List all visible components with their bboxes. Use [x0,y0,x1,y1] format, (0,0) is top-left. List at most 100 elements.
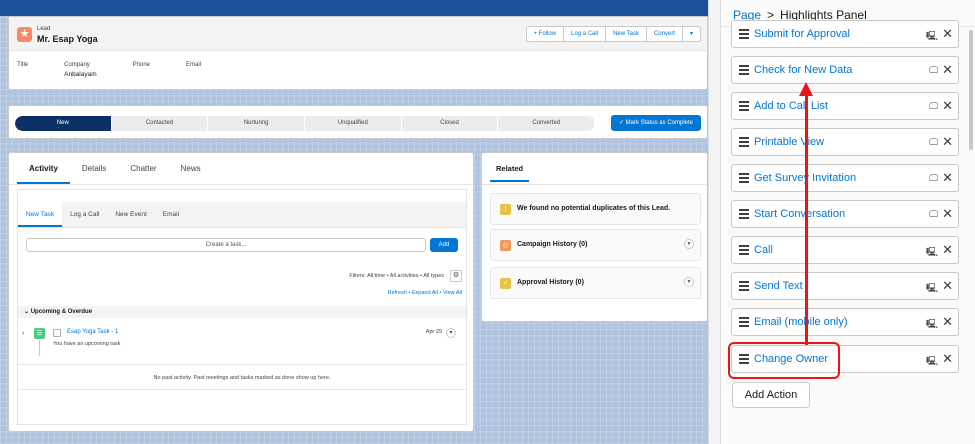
drag-handle-icon[interactable] [739,317,749,327]
action-item[interactable]: Check for New Data 🖵 ✕ [731,56,959,84]
drag-handle-icon[interactable] [739,173,749,183]
mark-status-complete-button[interactable]: ✓ Mark Status as Complete [610,115,701,131]
tab-details[interactable]: Details [70,153,118,184]
action-item[interactable]: Submit for Approval 🖳 ✕ [731,20,959,48]
record-tabs: Activity Details Chatter News [9,153,473,185]
chevron-down-icon[interactable]: ▼ [684,239,694,249]
path-step-new[interactable]: New [15,116,112,131]
annotation-arrow-shaft [805,95,808,345]
action-label: Printable View [754,136,825,148]
field-label: Title [17,62,29,68]
approval-history-title[interactable]: Approval History (0) [517,279,584,286]
subtab-new-task[interactable]: New Task [18,202,63,227]
path-step-closed[interactable]: Closed [402,116,499,131]
action-item[interactable]: Start Conversation 🖵 ✕ [731,200,959,228]
highlights-panel-card[interactable]: ★ Lead Mr. Esap Yoga + Follow Log a Call… [8,16,708,90]
convert-button[interactable]: Convert [647,27,683,41]
approval-icon: ✓ [500,278,511,289]
close-icon[interactable]: ✕ [942,98,953,114]
task-title-link[interactable]: Esap Yoga Task - 1 [67,329,118,335]
action-label: Check for New Data [754,64,853,76]
drag-handle-icon[interactable] [739,209,749,219]
status-path: New Contacted Nurturing Unqualified Clos… [15,116,595,131]
activity-composer: New Task Log a Call New Event Email Crea… [17,189,467,425]
action-item[interactable]: Printable View 🖵 ✕ [731,128,959,156]
add-action-button[interactable]: Add Action [732,382,810,408]
mobile-desktop-icon: 🖳 [925,247,938,257]
chevron-right-icon[interactable]: › [22,330,24,337]
add-task-button[interactable]: Add [430,238,458,252]
header-action-group: + Follow Log a Call New Task Convert ▾ [525,26,701,42]
path-step-unqualified[interactable]: Unqualified [305,116,402,131]
activity-links[interactable]: Refresh • Expand All • View All [388,290,462,296]
create-task-input[interactable]: Create a task... [26,238,426,252]
action-item[interactable]: Email (mobile only) 🖳 ✕ [731,308,959,336]
subtab-email[interactable]: Email [155,202,187,227]
related-title: Related [482,153,707,185]
task-subtitle: You have an upcoming task [53,341,121,347]
upcoming-overdue-header[interactable]: ⌄ Upcoming & Overdue [18,306,466,318]
path-step-nurturing[interactable]: Nurturing [208,116,306,131]
action-label: Call [754,244,773,256]
gear-icon[interactable]: ⚙ [450,270,462,282]
task-checkbox[interactable] [53,329,61,337]
path-step-converted[interactable]: Converted [498,116,595,131]
field-phone: Phone [133,62,150,78]
close-icon[interactable]: ✕ [942,278,953,294]
action-label: Email (mobile only) [754,316,848,328]
campaign-icon: ◎ [500,240,511,251]
tab-chatter[interactable]: Chatter [118,153,168,184]
action-label: Add to Call List [754,100,828,112]
campaign-history-list[interactable]: ◎ Campaign History (0) ▼ [490,229,701,261]
desktop-icon: 🖵 [929,209,938,219]
drag-handle-icon[interactable] [739,245,749,255]
tab-activity[interactable]: Activity [17,153,70,184]
canvas-scroll-rail[interactable] [708,0,720,444]
campaign-history-title[interactable]: Campaign History (0) [517,241,587,248]
subtab-log-a-call[interactable]: Log a Call [62,202,107,227]
field-company: Company Anbalayam [64,62,97,78]
close-icon[interactable]: ✕ [942,62,953,78]
close-icon[interactable]: ✕ [942,351,953,367]
task-icon: ☰ [34,328,45,339]
new-task-button[interactable]: New Task [606,27,647,41]
follow-button[interactable]: + Follow [527,27,565,41]
close-icon[interactable]: ✕ [942,206,953,222]
close-icon[interactable]: ✕ [942,26,953,42]
close-icon[interactable]: ✕ [942,314,953,330]
action-label: Send Text [754,280,803,292]
action-item[interactable]: Call 🖳 ✕ [731,236,959,264]
activity-card: Activity Details Chatter News New Task L… [8,152,474,432]
canvas-header-band [0,0,720,16]
drag-handle-icon[interactable] [739,29,749,39]
highlights-header: ★ Lead Mr. Esap Yoga + Follow Log a Call… [9,17,707,51]
path-step-contacted[interactable]: Contacted [112,116,209,131]
no-past-activity: No past activity. Past meetings and task… [18,364,466,390]
subtab-new-event[interactable]: New Event [107,202,154,227]
drag-handle-icon[interactable] [739,65,749,75]
related-tab[interactable]: Related [490,158,530,182]
lead-icon: ★ [17,27,32,42]
upcoming-label: Upcoming & Overdue [30,309,93,315]
action-item[interactable]: Add to Call List 🖵 ✕ [731,92,959,120]
mobile-desktop-icon: 🖳 [925,319,938,329]
drag-handle-icon[interactable] [739,281,749,291]
chevron-down-icon[interactable]: ▼ [684,277,694,287]
log-a-call-button[interactable]: Log a Call [564,27,607,41]
field-label: Company [64,62,90,68]
drag-handle-icon[interactable] [739,137,749,147]
duplicates-text: We found no potential duplicates of this… [517,205,671,212]
action-item[interactable]: Get Survey Invitation 🖵 ✕ [731,164,959,192]
close-icon[interactable]: ✕ [942,242,953,258]
approval-history-list[interactable]: ✓ Approval History (0) ▼ [490,267,701,299]
activity-subtabs: New Task Log a Call New Event Email [18,202,466,228]
close-icon[interactable]: ✕ [942,134,953,150]
action-item[interactable]: Send Text 🖳 ✕ [731,272,959,300]
panel-scrollbar[interactable] [969,30,973,150]
drag-handle-icon[interactable] [739,101,749,111]
tab-news[interactable]: News [169,153,213,184]
close-icon[interactable]: ✕ [942,170,953,186]
task-menu-icon[interactable]: ▾ [446,328,456,338]
annotation-arrow-head [799,82,813,96]
more-actions-dropdown[interactable]: ▾ [683,27,700,41]
